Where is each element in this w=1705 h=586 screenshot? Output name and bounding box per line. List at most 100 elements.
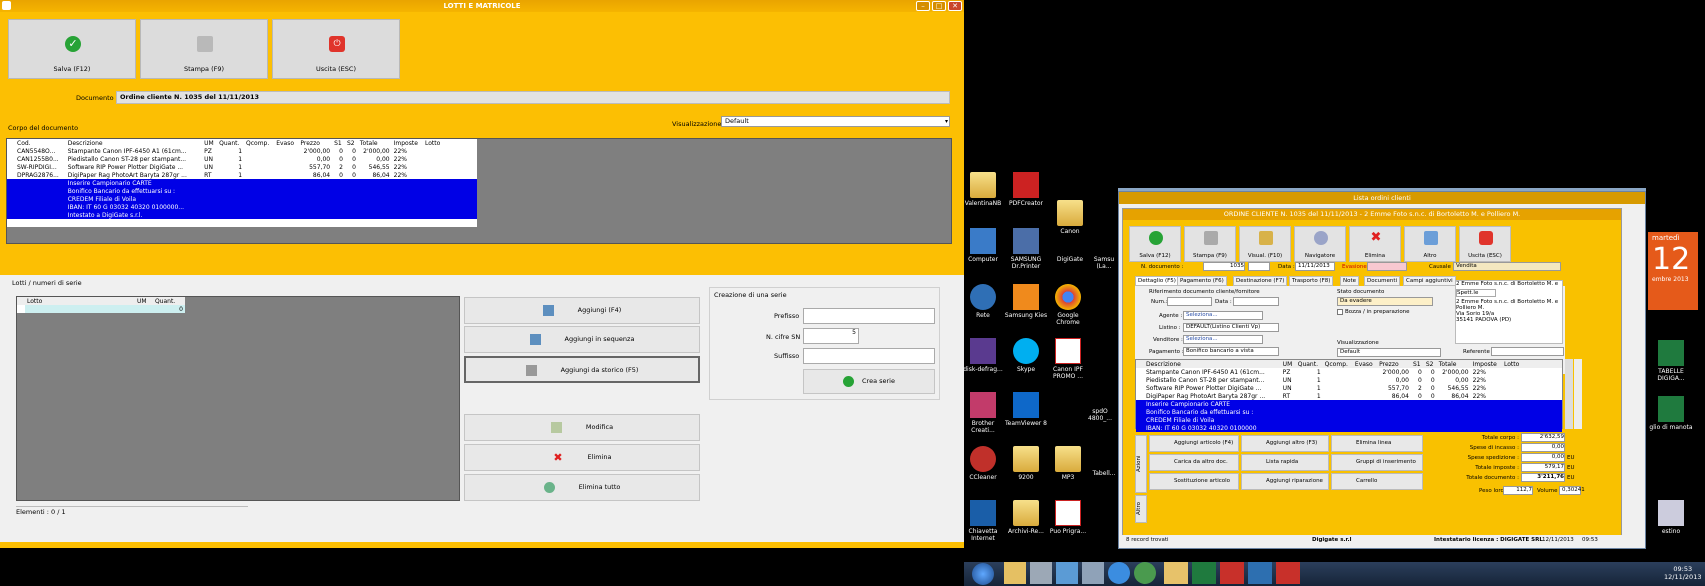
- tab-altro[interactable]: Altro: [1135, 495, 1147, 523]
- media-icon[interactable]: [1030, 562, 1052, 584]
- desktop-icon[interactable]: Computer: [960, 228, 1006, 263]
- gruppi-inserimento-button[interactable]: Gruppi di inserimento: [1331, 454, 1423, 471]
- navigatore-button[interactable]: Navigatore: [1294, 226, 1346, 262]
- stampa-button[interactable]: Stampa (F9): [1184, 226, 1236, 262]
- aggiungi-altro-button[interactable]: Aggiungi altro (F3): [1241, 435, 1329, 452]
- table-row[interactable]: Stampante Canon IPF-6450 A1 (61cm... PZ 1 2…: [1136, 368, 1562, 376]
- desktop-icon[interactable]: Puo Prigra...: [1045, 500, 1091, 535]
- prefisso-input[interactable]: [803, 308, 935, 324]
- desktop-icon[interactable]: Rete: [960, 284, 1006, 319]
- ndoc-suffix-select[interactable]: [1248, 262, 1270, 271]
- data-input[interactable]: 11/11/2013: [1295, 262, 1335, 271]
- maximize-button[interactable]: □: [932, 1, 946, 11]
- table-row[interactable]: Software RIP Power Plotter DigiGate ... U…: [1136, 384, 1562, 392]
- evasione-input[interactable]: [1367, 262, 1407, 271]
- ndoc-input[interactable]: 1035: [1203, 262, 1245, 271]
- app-taskbar-icon[interactable]: [1220, 562, 1244, 584]
- elimina-button[interactable]: ✖ Elimina: [464, 444, 700, 471]
- note-row[interactable]: IBAN: IT 60 G 03032 40320 0100000...: [7, 203, 477, 211]
- desktop-icon[interactable]: Samsung Kies: [1003, 284, 1049, 319]
- excel-taskbar-icon[interactable]: [1192, 562, 1216, 584]
- desktop-icon[interactable]: PDFCreator: [1003, 172, 1049, 207]
- start-button[interactable]: [972, 563, 994, 585]
- aggiungi-button[interactable]: Aggiungi (F4): [464, 297, 700, 324]
- desktop-icon[interactable]: Archivi-Re...: [1003, 500, 1049, 535]
- aggiungi-riparazione-button[interactable]: Aggiungi riparazione: [1241, 473, 1329, 490]
- desktop-icon[interactable]: Brother Creati...: [960, 392, 1006, 434]
- tab-dettaglio[interactable]: Dettaglio (F5): [1135, 276, 1179, 286]
- elimina-linea-button[interactable]: Elimina linea: [1331, 435, 1423, 452]
- table-row[interactable]: DPRAG2876... DigiPaper Rag PhotoArt Baryt…: [7, 171, 477, 179]
- pagamento-select[interactable]: Bonifico bancario a vista: [1183, 347, 1279, 356]
- note-row[interactable]: CREDEM Filiale di Voila: [1136, 416, 1562, 424]
- desktop-icon[interactable]: TeamViewer 8: [1003, 392, 1049, 427]
- desktop-icon[interactable]: CCleaner: [960, 446, 1006, 481]
- app2-taskbar-icon[interactable]: [1248, 562, 1272, 584]
- explorer-icon[interactable]: [1004, 562, 1026, 584]
- close-button[interactable]: ✕: [948, 1, 962, 11]
- clock[interactable]: 09:53 12/11/2013: [1664, 565, 1701, 581]
- desktop-icon[interactable]: 9200: [1003, 446, 1049, 481]
- referente-input[interactable]: [1491, 347, 1564, 356]
- note-row[interactable]: Bonifico Bancario da effettuarsi su :: [1136, 408, 1562, 416]
- desktop-icon[interactable]: DigiGate: [1050, 256, 1090, 263]
- print-button[interactable]: Stampa (F9): [140, 19, 268, 79]
- ie-icon[interactable]: [1108, 562, 1130, 584]
- cifre-input[interactable]: 5: [803, 328, 859, 344]
- aggiungi-articolo-button[interactable]: Aggiungi articolo (F4): [1149, 435, 1239, 452]
- outlook-icon[interactable]: [1164, 562, 1188, 584]
- elimina-button[interactable]: ✖ Elimina: [1349, 226, 1401, 262]
- listino-select[interactable]: DEFAULT(Listino Clienti Vp): [1183, 323, 1279, 332]
- minimize-button[interactable]: –: [916, 1, 930, 11]
- suffisso-input[interactable]: [803, 348, 935, 364]
- desktop-icon[interactable]: TABELLE DIGIGA...: [1648, 340, 1694, 382]
- desktop-icon[interactable]: estino: [1648, 500, 1694, 535]
- tab-destinazione[interactable]: Destinazione (F7): [1233, 276, 1288, 286]
- desktop-icon[interactable]: Skype: [1003, 338, 1049, 373]
- tab-azioni[interactable]: Azioni: [1135, 435, 1147, 493]
- table-row[interactable]: CAN1255B0... Piedistallo Canon ST-28 per …: [7, 155, 477, 163]
- desktop-icon[interactable]: Canon IPF PROMO ...: [1045, 338, 1091, 380]
- desktop-icon[interactable]: disk-defrag...: [960, 338, 1006, 373]
- desktop-icon[interactable]: Chiavetta Internet: [960, 500, 1006, 542]
- tab-documenti[interactable]: Documenti: [1364, 276, 1401, 286]
- printer-taskbar-icon[interactable]: [1082, 562, 1104, 584]
- tab-campi-aggiuntivi[interactable]: Campi aggiuntivi: [1403, 276, 1456, 286]
- table-row[interactable]: Piedistallo Canon ST-28 per stampant... U…: [1136, 376, 1562, 384]
- desktop-icon[interactable]: Tabell...: [1088, 470, 1120, 477]
- desktop-icon[interactable]: SAMSUNG Dr.Printer: [1003, 228, 1049, 270]
- aggiungi-storico-button[interactable]: Aggiungi da storico (F5): [464, 356, 700, 383]
- bozza-checkbox[interactable]: [1337, 309, 1343, 315]
- app3-taskbar-icon[interactable]: [1276, 562, 1300, 584]
- scrollbar[interactable]: [1565, 359, 1573, 429]
- save-button[interactable]: ✓ Salva (F12): [8, 19, 136, 79]
- desktop-icon[interactable]: Samsu (La...: [1088, 256, 1120, 270]
- note-row[interactable]: Inserire Campionario CARTE: [7, 179, 477, 187]
- desktop-icon[interactable]: Canon: [1050, 200, 1090, 235]
- desktop-icon[interactable]: spdO 4800_...: [1080, 408, 1120, 422]
- tab-pagamento[interactable]: Pagamento (F6): [1177, 276, 1227, 286]
- tab-note[interactable]: Note: [1340, 276, 1360, 286]
- salva-button[interactable]: Salva (F12): [1129, 226, 1181, 262]
- desktop-icon[interactable]: MP3: [1045, 446, 1091, 481]
- sostituzione-articolo-button[interactable]: Sostituzione articolo: [1149, 473, 1239, 490]
- network-tool-icon[interactable]: [1056, 562, 1078, 584]
- table-row[interactable]: CAN5548O... Stampante Canon IPF-6450 A1 (…: [7, 147, 477, 155]
- visualizzazione-select[interactable]: Default ▾: [721, 116, 950, 127]
- tab-trasporto[interactable]: Trasporto (F8): [1289, 276, 1334, 286]
- note-row[interactable]: CREDEM Filiale di Voila: [7, 195, 477, 203]
- note-row[interactable]: Intestato a DigiGate s.r.l.: [7, 211, 477, 219]
- lista-rapida-button[interactable]: Lista rapida: [1241, 454, 1329, 471]
- desktop-icon[interactable]: Google Chrome: [1045, 284, 1091, 326]
- carica-altro-doc-button[interactable]: Carica da altro doc.: [1149, 454, 1239, 471]
- exit-button[interactable]: ⏻ Uscita (ESC): [272, 19, 400, 79]
- note-row[interactable]: IBAN: IT 60 G 03032 40320 0100000: [1136, 424, 1562, 432]
- carrello-button[interactable]: Carrello: [1331, 473, 1423, 490]
- note-row[interactable]: Bonifico Bancario da effettuarsi su :: [7, 187, 477, 195]
- num-input[interactable]: [1167, 297, 1212, 306]
- uscita-button[interactable]: Uscita (ESC): [1459, 226, 1511, 262]
- causale-input[interactable]: Vendita: [1453, 262, 1561, 271]
- desktop-icon[interactable]: ValentinaNB: [960, 172, 1006, 207]
- desktop-icon[interactable]: glio di manota: [1648, 396, 1694, 431]
- table-row[interactable]: DigiPaper Rag PhotoArt Baryta 287gr ... R…: [1136, 392, 1562, 400]
